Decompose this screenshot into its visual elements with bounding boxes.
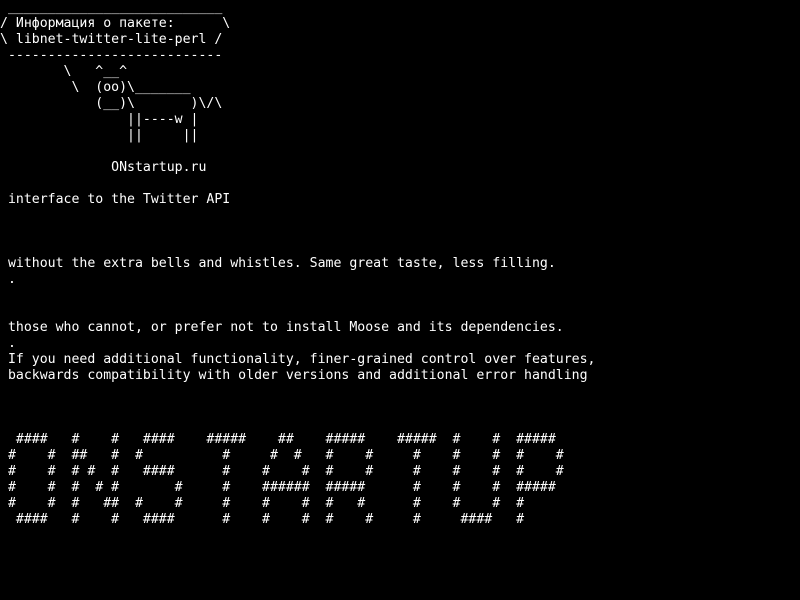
terminal-line: interface to the Twitter API xyxy=(0,192,231,207)
terminal-line: (__)\ )\/\ xyxy=(0,96,223,111)
terminal-line: backwards compatibility with older versi… xyxy=(0,368,588,383)
terminal-line: those who cannot, or prefer not to insta… xyxy=(0,320,564,335)
terminal-line: \ libnet-twitter-lite-perl / xyxy=(0,32,223,47)
terminal-line: ___________________________ xyxy=(0,0,223,15)
terminal-line: #### # # #### ##### ## ##### ##### # # #… xyxy=(0,432,556,447)
terminal-line: ONstartup.ru xyxy=(0,160,207,175)
terminal-line: # # ## # # # # # # # # # # # # xyxy=(0,448,564,463)
terminal-line: without the extra bells and whistles. Sa… xyxy=(0,256,556,271)
terminal-line: --------------------------- xyxy=(0,48,223,63)
terminal-line: \ ^__^ xyxy=(0,64,128,79)
terminal-line: || || xyxy=(0,128,199,143)
terminal-line: # # # ## # # # # # # # # # # # xyxy=(0,496,525,511)
terminal-line: If you need additional functionality, fi… xyxy=(0,352,596,367)
terminal-line: . xyxy=(0,336,16,351)
terminal-screen[interactable]: ___________________________ / Информация … xyxy=(0,0,800,600)
terminal-line: # # # # # #### # # # # # # # # # # xyxy=(0,464,564,479)
terminal-line: . xyxy=(0,272,16,287)
terminal-line: / Информация о пакете: \ xyxy=(0,16,231,31)
terminal-line: \ (oo)\_______ xyxy=(0,80,191,95)
terminal-line: # # # # # # # ###### ##### # # # ##### xyxy=(0,480,556,495)
terminal-line: ||----w | xyxy=(0,112,199,127)
terminal-line: #### # # #### # # # # # # #### # xyxy=(0,512,525,527)
